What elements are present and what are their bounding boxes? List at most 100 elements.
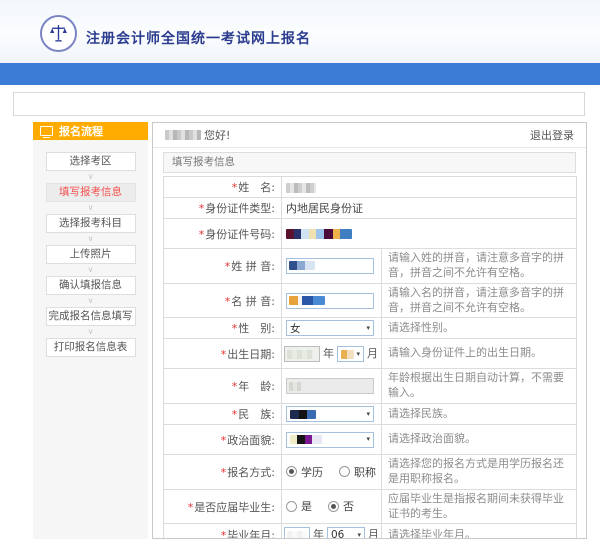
field-label: 身份证件类型: [205, 202, 275, 215]
blue-nav-bar [0, 63, 600, 85]
graduation-month-value: 06 [331, 529, 344, 539]
age-input-disabled [286, 378, 374, 394]
main-panel: 您好! 退出登录 填写报考信息 *姓 名: *身份证件类型: 内地居民身份证 *… [152, 122, 587, 539]
chevron-down-icon: ∨ [88, 202, 94, 214]
step-select-region[interactable]: 选择考区 [46, 152, 136, 171]
form-row-age: *年 龄: 年龄根据出生日期自动计算，不需要输入。 [164, 369, 577, 404]
required-asterisk: * [225, 260, 231, 273]
required-asterisk: * [221, 348, 227, 361]
graduation-month-select[interactable]: 06 ▾ [327, 527, 365, 539]
chevron-down-icon: ∨ [88, 171, 94, 183]
givenname-pinyin-input[interactable] [286, 293, 374, 309]
site-header: 注册会计师全国统一考试网上报名 [0, 0, 600, 63]
political-status-select[interactable]: ▾ [286, 432, 374, 448]
redacted-birth-year [287, 350, 313, 359]
form-row-name: *姓 名: [164, 177, 577, 198]
step-confirm-info[interactable]: 确认填报信息 [46, 276, 136, 295]
redacted-name-value [286, 183, 316, 193]
greeting: 您好! [165, 127, 230, 143]
gender-value: 女 [290, 321, 301, 336]
form-row-graduation-date: *毕业年月: 年06▾月 请选择毕业年月。 [164, 524, 577, 539]
required-asterisk: * [199, 228, 205, 241]
birth-month-select[interactable]: ▾ [337, 346, 364, 362]
required-asterisk: * [225, 295, 231, 308]
required-asterisk: * [199, 202, 205, 215]
ethnicity-select[interactable]: ▾ [286, 406, 374, 422]
logout-link[interactable]: 退出登录 [530, 127, 574, 143]
redacted-political-status [290, 435, 322, 444]
form-row-ethnicity: *民 族: ▾ 请选择民族。 [164, 404, 577, 425]
radio-title[interactable]: 职称 [339, 464, 376, 480]
step-select-subjects[interactable]: 选择报考科目 [46, 214, 136, 233]
chevron-down-icon: ∨ [88, 264, 94, 276]
required-asterisk: * [221, 529, 227, 539]
field-hint: 请输入身份证件上的出生日期。 [382, 339, 577, 369]
field-label: 报名方式: [227, 466, 275, 479]
redacted-givenname-pinyin [289, 296, 325, 305]
dropdown-arrow-icon: ▾ [356, 351, 360, 358]
registration-form: *姓 名: *身份证件类型: 内地居民身份证 *身份证件号码: *姓 拼 音: … [163, 176, 577, 539]
unit-year: 年 [323, 347, 334, 360]
step-print-form[interactable]: 打印报名信息表 [46, 338, 136, 357]
form-row-surname-pinyin: *姓 拼 音: 请输入姓的拼音，请注意多音字的拼音，拼音之间不允许有空格。 [164, 249, 577, 284]
field-label: 姓 拼 音: [231, 260, 275, 273]
required-asterisk: * [221, 466, 227, 479]
field-hint: 请选择毕业年月。 [382, 524, 577, 539]
empty-toolbar [13, 92, 585, 116]
id-type-value: 内地居民身份证 [286, 202, 363, 215]
field-hint: 请选择政治面貌。 [382, 425, 577, 455]
greeting-bar: 您好! 退出登录 [153, 123, 586, 148]
page-title: 注册会计师全国统一考试网上报名 [86, 28, 311, 48]
radio-no[interactable]: 否 [328, 498, 354, 514]
field-hint: 应届毕业生是指报名期间未获得毕业证书的考生。 [382, 489, 577, 524]
required-asterisk: * [232, 408, 238, 421]
section-title: 填写报考信息 [163, 152, 576, 173]
dropdown-arrow-icon: ▾ [366, 436, 370, 443]
sidebar-title: 报名流程 [59, 123, 103, 139]
dropdown-arrow-icon: ▾ [366, 411, 370, 418]
step-complete-info[interactable]: 完成报名信息填写 [46, 307, 136, 326]
form-row-political-status: *政治面貌: ▾ 请选择政治面貌。 [164, 425, 577, 455]
surname-pinyin-input[interactable] [286, 258, 374, 274]
dropdown-arrow-icon: ▾ [357, 532, 361, 539]
step-fill-info[interactable]: 填写报考信息 [46, 183, 136, 202]
form-row-birthdate: *出生日期: 年▾月▾日 请输入身份证件上的出生日期。 [164, 339, 577, 369]
radio-yes[interactable]: 是 [286, 498, 312, 514]
redacted-birth-month [341, 350, 354, 359]
graduation-year-input[interactable] [284, 527, 310, 539]
redacted-surname-pinyin [289, 261, 315, 270]
process-steps: 选择考区 ∨ 填写报考信息 ∨ 选择报考科目 ∨ 上传照片 ∨ 确认填报信息 ∨… [33, 140, 148, 357]
field-hint: 请选择性别。 [382, 318, 577, 339]
unit-year: 年 [313, 528, 324, 539]
birth-year-input[interactable] [284, 346, 320, 362]
radio-education[interactable]: 学历 [286, 464, 323, 480]
required-asterisk: * [232, 322, 238, 335]
field-label: 年 龄: [238, 380, 275, 393]
cpa-logo [40, 15, 77, 52]
dropdown-arrow-icon: ▾ [366, 325, 370, 332]
field-label: 政治面貌: [227, 434, 275, 447]
field-label: 身份证件号码: [205, 228, 275, 241]
step-upload-photo[interactable]: 上传照片 [46, 245, 136, 264]
field-label: 毕业年月: [227, 529, 275, 539]
form-row-id-type: *身份证件类型: 内地居民身份证 [164, 198, 577, 219]
radio-unselected-icon [286, 501, 297, 512]
redacted-ethnicity [290, 410, 316, 419]
field-label: 名 拼 音: [231, 295, 275, 308]
field-label: 出生日期: [227, 348, 275, 361]
field-label: 姓 名: [238, 181, 275, 194]
required-asterisk: * [221, 434, 227, 447]
sidebar-header: 报名流程 [33, 122, 148, 140]
radio-selected-icon [286, 466, 297, 477]
field-label: 是否应届毕业生: [194, 501, 275, 514]
form-row-gender: *性 别: 女▾ 请选择性别。 [164, 318, 577, 339]
page: 注册会计师全国统一考试网上报名 报名流程 选择考区 ∨ 填写报考信息 ∨ 选择报… [0, 0, 600, 539]
radio-unselected-icon [339, 466, 350, 477]
gender-select[interactable]: 女▾ [286, 320, 374, 336]
form-row-fresh-graduate: *是否应届毕业生: 是否 应届毕业生是指报名期间未获得毕业证书的考生。 [164, 489, 577, 524]
redacted-age [289, 382, 301, 391]
field-hint: 请选择民族。 [382, 404, 577, 425]
radio-selected-icon [328, 501, 339, 512]
redacted-id-number [286, 229, 352, 239]
chevron-down-icon: ∨ [88, 326, 94, 338]
